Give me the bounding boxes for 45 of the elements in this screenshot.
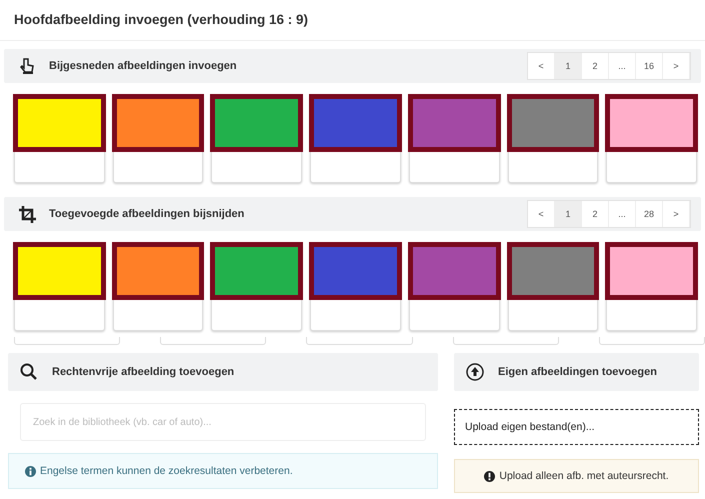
image-thumbnail[interactable] xyxy=(13,242,106,300)
image-thumbnail[interactable] xyxy=(309,94,402,152)
section-title: Eigen afbeeldingen toevoegen xyxy=(498,366,657,378)
section-title: Rechtenvrije afbeelding toevoegen xyxy=(52,366,234,378)
image-thumbnail[interactable] xyxy=(506,242,600,300)
image-thumbnail[interactable] xyxy=(605,242,698,300)
info-icon xyxy=(25,466,36,476)
image-thumbnail[interactable] xyxy=(112,94,204,152)
image-thumbnail[interactable] xyxy=(13,94,106,152)
upload-button[interactable]: Upload eigen bestand(en)... xyxy=(454,409,699,445)
image-thumbnail[interactable] xyxy=(408,94,501,152)
search-field[interactable]: Zoek in de bibliotheek (vb. car of auto)... xyxy=(20,403,426,441)
image-thumbnail[interactable] xyxy=(506,94,600,152)
page-button[interactable]: 1 xyxy=(555,53,582,79)
image-card[interactable] xyxy=(606,95,698,183)
image-thumbnail[interactable] xyxy=(309,242,402,300)
image-card[interactable] xyxy=(14,95,105,183)
image-card[interactable] xyxy=(408,243,500,331)
section-title: Bijgesneden afbeeldingen invoegen xyxy=(49,60,238,72)
image-card[interactable] xyxy=(508,95,598,183)
image-thumbnail[interactable] xyxy=(408,242,501,300)
search-icon xyxy=(20,363,38,381)
page-title: Hoofdafbeelding invoegen (verhouding 16 : 9) xyxy=(0,0,705,41)
hand-pointer-icon xyxy=(18,56,37,76)
section-title: Toegevoegde afbeeldingen bijsnijden xyxy=(49,208,246,220)
image-card[interactable] xyxy=(112,243,204,331)
page-button[interactable]: 1 xyxy=(555,201,582,227)
image-card[interactable] xyxy=(112,95,204,183)
image-card[interactable] xyxy=(310,243,401,331)
image-card[interactable] xyxy=(14,243,105,331)
image-thumbnail[interactable] xyxy=(112,242,204,300)
warning-text: Upload alleen afb. met auteursrecht. xyxy=(499,470,669,482)
image-card[interactable] xyxy=(310,95,401,183)
image-thumbnail[interactable] xyxy=(605,94,698,152)
image-card[interactable] xyxy=(408,95,500,183)
crop-icon xyxy=(18,204,37,224)
upload-icon xyxy=(466,363,484,381)
image-thumbnail[interactable] xyxy=(210,242,304,300)
image-card[interactable] xyxy=(211,95,302,183)
image-thumbnail[interactable] xyxy=(210,94,304,152)
image-card[interactable] xyxy=(508,243,598,331)
info-text: Engelse termen kunnen de zoekresultaten verbeteren. xyxy=(40,465,293,477)
exclamation-icon xyxy=(484,470,496,482)
image-card[interactable] xyxy=(606,243,698,331)
image-card[interactable] xyxy=(211,243,302,331)
